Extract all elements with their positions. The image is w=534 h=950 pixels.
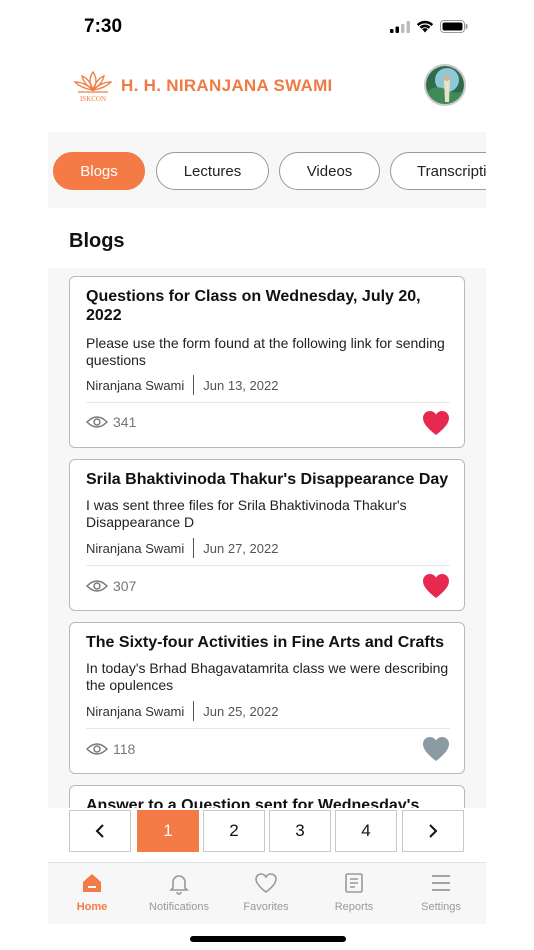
blog-author: Niranjana Swami [86, 377, 185, 393]
view-count-value: 341 [113, 414, 137, 430]
blog-card[interactable]: Questions for Class on Wednesday, July 2… [69, 276, 465, 448]
section-title: Blogs [69, 230, 125, 252]
chevron-left-icon [95, 824, 104, 838]
blog-author: Niranjana Swami [86, 703, 185, 719]
avatar[interactable] [424, 64, 466, 106]
card-divider [86, 728, 450, 729]
category-tabs: Blogs Lectures Videos Transcriptions [48, 132, 486, 208]
favorite-heart-icon[interactable] [422, 736, 450, 762]
tab-bar-home[interactable]: Home [48, 871, 136, 913]
pagination: 1 2 3 4 [48, 808, 486, 856]
tab-bar-favorites[interactable]: Favorites [222, 871, 310, 913]
signal-icon [390, 20, 410, 33]
chevron-right-icon [429, 824, 438, 838]
status-time: 7:30 [84, 16, 123, 37]
home-icon [83, 874, 101, 892]
view-count: 307 [86, 578, 136, 594]
eye-icon [86, 580, 108, 592]
tab-bar-label: Notifications [149, 901, 209, 913]
tab-transcriptions[interactable]: Transcriptions [390, 152, 486, 190]
blog-date: Jun 25, 2022 [203, 703, 279, 719]
view-count-value: 118 [113, 741, 136, 757]
app-header: ISKCON H. H. NIRANJANA SWAMI [0, 60, 534, 112]
blog-title[interactable]: Srila Bhaktivinoda Thakur's Disappearanc… [86, 470, 450, 489]
blog-date: Jun 27, 2022 [203, 540, 279, 556]
bell-icon [169, 875, 189, 895]
tab-bar-settings[interactable]: Settings [397, 871, 485, 913]
view-count: 341 [86, 414, 136, 430]
blog-card[interactable]: Srila Bhaktivinoda Thakur's Disappearanc… [69, 459, 465, 611]
status-icons [390, 20, 468, 33]
page-button-1[interactable]: 1 [137, 810, 199, 852]
brand-title: H. H. NIRANJANA SWAMI [121, 76, 333, 95]
battery-icon [440, 20, 468, 33]
status-bar: 7:30 [0, 0, 534, 52]
blog-title[interactable]: The Sixty-four Activities in Fine Arts a… [86, 633, 450, 652]
tab-bar-label: Home [76, 901, 108, 913]
tab-bar-label: Reports [334, 901, 374, 913]
favorite-heart-icon[interactable] [422, 573, 450, 599]
meta-divider [193, 538, 195, 558]
tab-bar-reports[interactable]: Reports [310, 871, 398, 913]
blog-card[interactable]: The Sixty-four Activities in Fine Arts a… [69, 622, 465, 774]
blog-meta: Niranjana Swami Jun 13, 2022 [86, 375, 278, 395]
heart-outline-icon [255, 873, 277, 894]
blog-excerpt: In today's Brhad Bhagavatamrita class we… [86, 660, 449, 693]
tab-bar-notifications[interactable]: Notifications [135, 871, 223, 913]
tab-bar-label: Settings [421, 901, 461, 913]
blog-title[interactable]: Questions for Class on Wednesday, July 2… [86, 287, 450, 325]
blog-excerpt: Please use the form found at the followi… [86, 335, 445, 368]
meta-divider [193, 701, 195, 721]
tab-blogs[interactable]: Blogs [53, 152, 145, 190]
page-button-2[interactable]: 2 [203, 810, 265, 852]
blog-list[interactable]: Questions for Class on Wednesday, July 2… [48, 268, 486, 808]
view-count: 118 [86, 741, 135, 757]
prev-page-button[interactable] [69, 810, 131, 852]
blog-author: Niranjana Swami [86, 540, 185, 556]
blog-excerpt: I was sent three files for Srila Bhaktiv… [86, 497, 407, 530]
blog-date: Jun 13, 2022 [203, 377, 279, 393]
card-divider [86, 402, 450, 403]
tab-lectures[interactable]: Lectures [156, 152, 269, 190]
meta-divider [193, 375, 195, 395]
iskcon-logo[interactable]: ISKCON [70, 68, 116, 104]
tab-bar-label: Favorites [243, 901, 289, 913]
blog-title[interactable]: Answer to a Question sent for Wednesday'… [86, 796, 450, 808]
card-divider [86, 565, 450, 566]
blog-card[interactable]: Answer to a Question sent for Wednesday'… [69, 785, 465, 808]
blog-meta: Niranjana Swami Jun 27, 2022 [86, 538, 278, 558]
menu-icon [432, 875, 450, 891]
document-icon [345, 873, 363, 893]
eye-icon [86, 743, 108, 755]
wifi-icon [416, 20, 434, 33]
tab-videos[interactable]: Videos [279, 152, 380, 190]
view-count-value: 307 [113, 578, 137, 594]
next-page-button[interactable] [402, 810, 464, 852]
eye-icon [86, 416, 108, 428]
favorite-heart-icon[interactable] [422, 410, 450, 436]
avatar-image [426, 66, 464, 104]
blog-meta: Niranjana Swami Jun 25, 2022 [86, 701, 278, 721]
bottom-tab-bar: Home Notifications Favorites Reports Set… [48, 862, 486, 924]
page-button-4[interactable]: 4 [335, 810, 397, 852]
home-indicator [190, 936, 346, 942]
logo-text: ISKCON [80, 95, 106, 103]
page-button-3[interactable]: 3 [269, 810, 331, 852]
